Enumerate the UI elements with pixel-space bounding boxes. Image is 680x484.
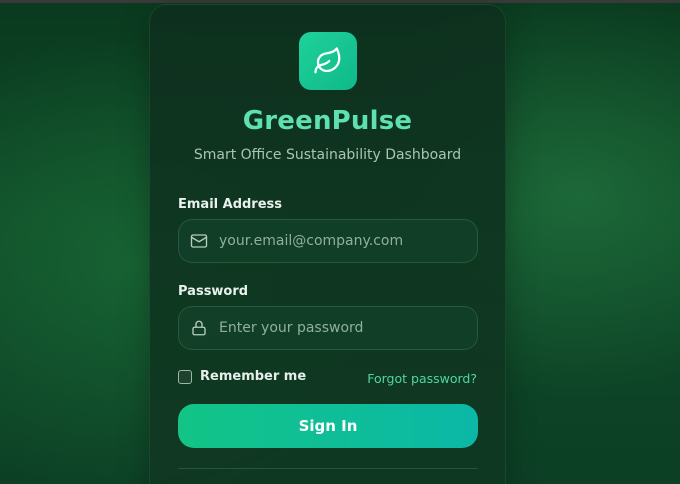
- app-logo: [299, 32, 357, 90]
- lock-icon: [190, 319, 208, 337]
- password-label: Password: [178, 284, 249, 299]
- forgot-password-link[interactable]: Forgot password?: [367, 371, 477, 386]
- remember-me-toggle[interactable]: Remember me: [178, 369, 306, 384]
- app-name: GreenPulse: [242, 106, 413, 136]
- email-label: Email Address: [178, 197, 283, 212]
- leaf-icon: [314, 47, 341, 74]
- top-edge-bar: [0, 0, 680, 3]
- divider: [178, 468, 478, 469]
- mail-icon: [190, 232, 208, 250]
- sign-in-button[interactable]: Sign In: [178, 404, 478, 448]
- login-card: GreenPulse Smart Office Sustainability D…: [149, 4, 506, 484]
- remember-me-checkbox[interactable]: [178, 369, 192, 384]
- password-input[interactable]: [219, 320, 469, 336]
- remember-me-label: Remember me: [200, 369, 307, 384]
- app-subtitle: Smart Office Sustainability Dashboard: [193, 147, 462, 163]
- email-input[interactable]: [219, 233, 469, 249]
- email-field[interactable]: [178, 219, 478, 263]
- password-field[interactable]: [178, 306, 478, 350]
